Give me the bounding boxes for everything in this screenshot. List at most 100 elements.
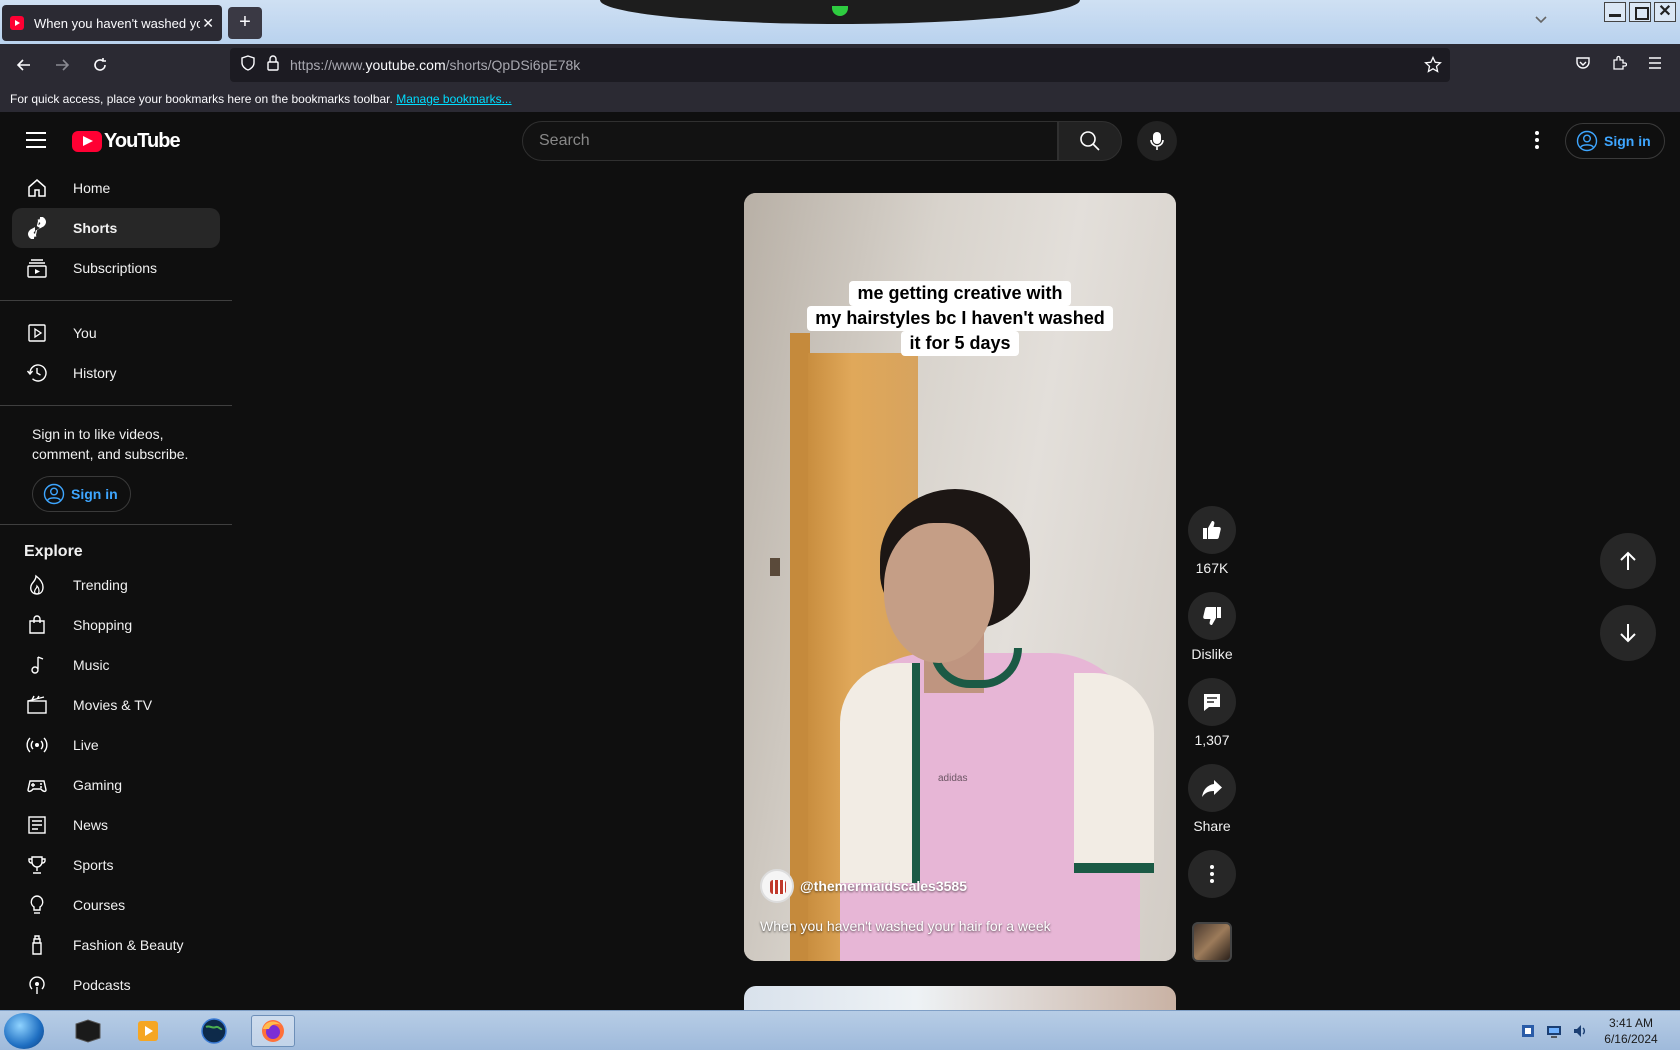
network-icon[interactable] xyxy=(1546,1023,1562,1039)
sidebar-item-live[interactable]: Live xyxy=(12,725,220,765)
navigation-toolbar: https://www.youtube.com/shorts/QpDSi6pE7… xyxy=(0,44,1680,86)
close-window-button[interactable]: ✕ xyxy=(1654,2,1676,22)
sidebar-item-label: Sports xyxy=(73,857,114,873)
short-actions: 167K Dislike 1,307 Share xyxy=(1188,506,1236,898)
tab-close-icon[interactable]: ✕ xyxy=(202,15,214,32)
sports-icon xyxy=(25,853,49,877)
list-all-tabs-icon[interactable] xyxy=(1535,12,1547,27)
sidebar-item-fashion[interactable]: Fashion & Beauty xyxy=(12,925,220,965)
bookmarks-toolbar: For quick access, place your bookmarks h… xyxy=(0,86,1680,112)
settings-kebab-icon[interactable] xyxy=(1527,126,1547,154)
globe-icon[interactable] xyxy=(192,1015,236,1047)
clock-time: 3:41 AM xyxy=(1608,1016,1654,1030)
sidebar-item-courses[interactable]: Courses xyxy=(12,885,220,925)
start-button[interactable] xyxy=(4,1013,44,1049)
masthead: YouTube Sign in xyxy=(0,112,1680,168)
sidebar-sign-in-button[interactable]: Sign in xyxy=(32,476,131,512)
short-video-player[interactable]: adidas me getting creative with my hairs… xyxy=(744,193,1176,961)
share-label: Share xyxy=(1193,818,1231,834)
volume-icon[interactable] xyxy=(1572,1023,1588,1039)
sidebar-item-movies[interactable]: Movies & TV xyxy=(12,685,220,725)
sign-in-button[interactable]: Sign in xyxy=(1565,123,1665,159)
windows-taskbar: 3:41 AM 6/16/2024 xyxy=(0,1010,1680,1050)
sidebar-item-news[interactable]: News xyxy=(12,805,220,845)
video-frame xyxy=(840,663,920,883)
gaming-icon xyxy=(25,773,49,797)
search-button[interactable] xyxy=(1058,121,1122,161)
firefox-icon[interactable] xyxy=(251,1015,295,1047)
sidebar-item-gaming[interactable]: Gaming xyxy=(12,765,220,805)
sidebar-item-label: Subscriptions xyxy=(73,260,158,276)
sidebar-item-trending[interactable]: Trending xyxy=(12,565,220,605)
bookmarks-message: For quick access, place your bookmarks h… xyxy=(10,92,393,106)
history-icon xyxy=(25,361,49,385)
sidebar-item-history[interactable]: History xyxy=(12,353,220,393)
new-tab-button[interactable]: + xyxy=(228,7,262,39)
next-short-button[interactable] xyxy=(1600,605,1656,661)
video-frame xyxy=(790,333,810,961)
media-player-icon[interactable] xyxy=(126,1015,170,1047)
reload-button[interactable] xyxy=(86,51,114,79)
channel-handle[interactable]: @themermaidscales3585 xyxy=(800,878,967,894)
youtube-favicon-icon xyxy=(10,16,24,30)
more-actions-button[interactable] xyxy=(1188,850,1236,898)
sidebar-item-home[interactable]: Home xyxy=(12,168,220,208)
comments-button[interactable] xyxy=(1188,678,1236,726)
movies-icon xyxy=(25,693,49,717)
sidebar-item-podcasts[interactable]: Podcasts xyxy=(12,965,220,1005)
fashion-icon xyxy=(25,933,49,957)
channel-avatar[interactable] xyxy=(760,869,794,903)
tracking-protection-icon[interactable] xyxy=(240,54,256,76)
sidebar-item-music[interactable]: Music xyxy=(12,645,220,685)
voice-search-button[interactable] xyxy=(1137,121,1177,161)
share-button[interactable] xyxy=(1188,764,1236,812)
live-icon xyxy=(25,733,49,757)
sound-thumbnail[interactable] xyxy=(1192,922,1232,962)
sidebar-divider xyxy=(0,405,232,406)
extensions-icon[interactable] xyxy=(1608,48,1630,78)
sidebar: Home Shorts Subscriptions You History Si… xyxy=(0,168,232,1010)
app-menu-icon[interactable] xyxy=(1644,48,1666,78)
microphone-icon xyxy=(1150,132,1164,150)
maximize-button[interactable] xyxy=(1629,2,1651,22)
forward-button[interactable] xyxy=(48,51,76,79)
pocket-icon[interactable] xyxy=(1572,48,1594,78)
address-bar[interactable]: https://www.youtube.com/shorts/QpDSi6pE7… xyxy=(230,48,1450,82)
previous-short-button[interactable] xyxy=(1600,533,1656,589)
subscriptions-icon xyxy=(25,256,49,280)
short-title[interactable]: When you haven't washed your hair for a … xyxy=(760,918,1051,934)
terminal-icon[interactable] xyxy=(66,1015,110,1047)
minimize-button[interactable] xyxy=(1604,2,1626,22)
youtube-logo[interactable]: YouTube xyxy=(72,130,181,153)
bookmark-star-icon[interactable] xyxy=(1424,55,1442,79)
channel-info[interactable]: @themermaidscales3585 xyxy=(760,869,967,903)
lock-icon[interactable] xyxy=(266,54,280,76)
sidebar-item-sports[interactable]: Sports xyxy=(12,845,220,885)
shirt-brand-text: adidas xyxy=(938,773,968,784)
system-tray xyxy=(1520,1011,1588,1050)
courses-icon xyxy=(25,893,49,917)
share-icon xyxy=(1202,780,1222,797)
browser-tab[interactable]: When you haven't washed your hair for a … xyxy=(2,5,222,41)
dislike-button[interactable] xyxy=(1188,592,1236,640)
sidebar-item-subscriptions[interactable]: Subscriptions xyxy=(12,248,220,288)
like-button[interactable] xyxy=(1188,506,1236,554)
system-clock[interactable]: 3:41 AM 6/16/2024 xyxy=(1596,1015,1666,1047)
trending-icon xyxy=(25,573,49,597)
video-frame xyxy=(770,558,780,576)
toolbar-right xyxy=(1572,48,1680,78)
tray-app-icon[interactable] xyxy=(1520,1023,1536,1039)
guide-menu-icon[interactable] xyxy=(26,132,46,153)
browser-tab-bar: When you haven't washed your hair for a … xyxy=(0,0,1680,44)
back-button[interactable] xyxy=(10,51,38,79)
sidebar-item-shorts[interactable]: Shorts xyxy=(12,208,220,248)
video-caption-overlay: me getting creative with my hairstyles b… xyxy=(744,281,1176,356)
sidebar-item-shopping[interactable]: Shopping xyxy=(12,605,220,645)
search-input[interactable] xyxy=(539,132,1019,150)
manage-bookmarks-link[interactable]: Manage bookmarks... xyxy=(396,92,511,106)
sidebar-item-label: Live xyxy=(73,737,99,753)
back-arrow-icon xyxy=(16,59,30,71)
sidebar-item-you[interactable]: You xyxy=(12,313,220,353)
forward-arrow-icon xyxy=(56,59,70,71)
video-frame xyxy=(884,523,994,663)
